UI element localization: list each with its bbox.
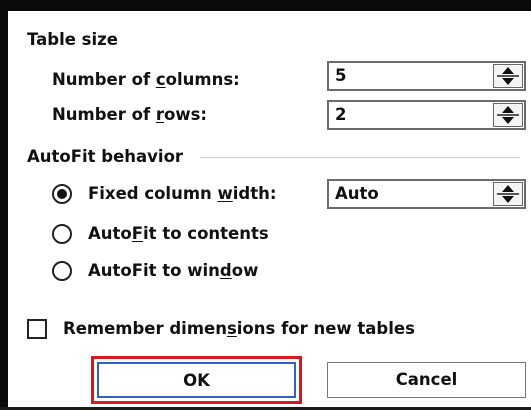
columns-label-part: Number of <box>52 70 156 89</box>
rows-label-accel: r <box>155 105 165 124</box>
group-separator <box>200 157 520 158</box>
dialog-left-edge <box>0 0 8 410</box>
spin-divider <box>497 75 519 77</box>
radio-autofit-contents[interactable] <box>52 224 72 244</box>
rows-value[interactable]: 2 <box>335 105 346 125</box>
option-label-part[interactable]: Auto <box>88 224 132 243</box>
spin-down-icon[interactable] <box>502 196 514 203</box>
remember-label-part[interactable]: Remember dimen <box>63 319 227 338</box>
option-label-part[interactable]: it to contents <box>143 224 269 243</box>
fixed-width-value[interactable]: Auto <box>335 184 379 204</box>
option-label-part[interactable]: AutoFit to win <box>88 261 220 280</box>
fixed-width-spinner[interactable]: Auto <box>327 179 526 209</box>
fixed-column-width-label[interactable]: Fixed column width: <box>88 184 276 204</box>
option-label-part[interactable]: Fixed column <box>88 184 218 203</box>
columns-label-accel: c <box>155 70 166 89</box>
autofit-contents-label[interactable]: AutoFit to contents <box>88 224 269 244</box>
option-label-part[interactable]: ow <box>232 261 259 280</box>
remember-dimensions-checkbox[interactable] <box>27 319 47 339</box>
columns-spinner[interactable]: 5 <box>327 61 526 91</box>
remember-label-accel[interactable]: s <box>227 319 237 338</box>
radio-autofit-window[interactable] <box>52 261 72 281</box>
remember-dimensions-label[interactable]: Remember dimensions for new tables <box>63 319 415 339</box>
option-label-accel[interactable]: F <box>132 224 143 243</box>
autofit-window-label[interactable]: AutoFit to window <box>88 261 258 281</box>
columns-spin-arrows[interactable] <box>493 64 523 88</box>
table-size-heading: Table size <box>27 30 118 49</box>
spin-up-icon[interactable] <box>502 106 514 113</box>
spin-divider <box>497 193 519 195</box>
rows-spinner[interactable]: 2 <box>327 100 526 130</box>
autofit-heading: AutoFit behavior <box>27 147 184 166</box>
remember-label-part[interactable]: ions for new tables <box>237 319 415 338</box>
spin-up-icon[interactable] <box>502 185 514 192</box>
rows-label-part: Number of <box>52 105 156 124</box>
option-label-part[interactable]: idth: <box>233 184 277 203</box>
option-label-accel[interactable]: d <box>220 261 232 280</box>
rows-spin-arrows[interactable] <box>493 103 523 127</box>
cancel-button[interactable]: Cancel <box>327 362 526 398</box>
rows-label: Number of rows: <box>52 105 207 125</box>
columns-value[interactable]: 5 <box>335 66 346 86</box>
spin-down-icon[interactable] <box>502 78 514 85</box>
spin-up-icon[interactable] <box>502 67 514 74</box>
ok-button[interactable]: OK <box>97 362 296 398</box>
option-label-accel[interactable]: w <box>218 184 233 203</box>
rows-label-part: ows: <box>164 105 208 124</box>
insert-table-dialog: Table size Number of columns: 5 Number o… <box>0 0 531 410</box>
columns-label: Number of columns: <box>52 70 240 90</box>
fixed-width-spin-arrows[interactable] <box>493 182 523 206</box>
dialog-top-edge <box>0 0 531 11</box>
radio-fixed-column-width[interactable] <box>52 184 72 204</box>
columns-label-part: olumns: <box>165 70 240 89</box>
spin-divider <box>497 114 519 116</box>
spin-down-icon[interactable] <box>502 117 514 124</box>
